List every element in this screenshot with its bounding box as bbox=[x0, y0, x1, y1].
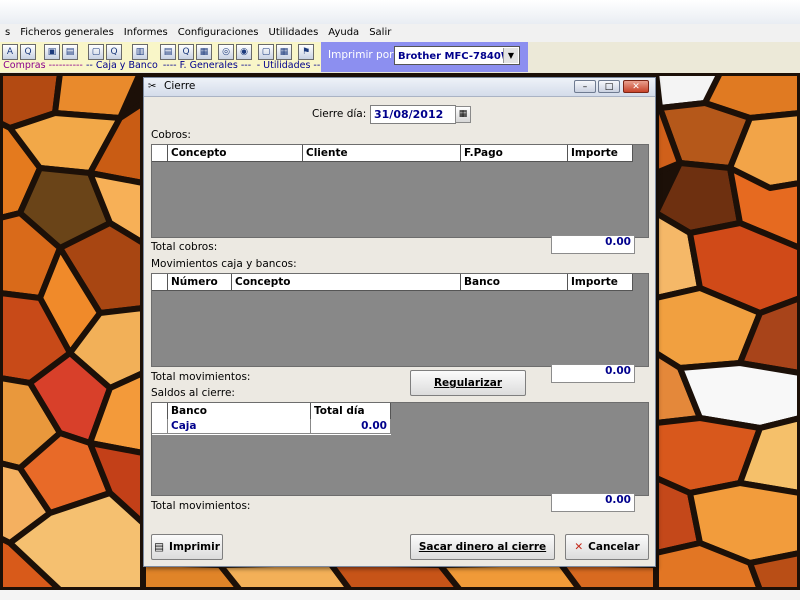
imprimir-button-label: Imprimir bbox=[169, 541, 220, 553]
toolbar-group-caja-bancos: ▢ Q ▥ -- Caja y Bancos-- bbox=[86, 42, 170, 72]
menu-item-ficheros-generales[interactable]: Ficheros generales bbox=[15, 24, 119, 42]
regularizar-button[interactable]: Regularizar bbox=[410, 370, 526, 396]
chevron-down-icon[interactable]: ▼ bbox=[503, 48, 518, 63]
cobros-grid[interactable]: Concepto Cliente F.Pago Importe bbox=[151, 144, 649, 238]
row-indicator-header bbox=[152, 274, 168, 290]
row-indicator bbox=[152, 419, 168, 434]
sacar-dinero-button-label: Sacar dinero al cierre bbox=[418, 541, 547, 553]
print-label: Imprimir por: bbox=[328, 49, 397, 61]
cancelar-button-label: Cancelar bbox=[588, 541, 640, 553]
cobros-grid-header: Concepto Cliente F.Pago Importe bbox=[152, 145, 633, 162]
column-header-total-dia[interactable]: Total día bbox=[311, 403, 391, 419]
toolbar-group-label: ---- F. Generales --- bbox=[162, 60, 252, 71]
column-header-numero[interactable]: Número bbox=[168, 274, 232, 290]
printer-icon: ▤ bbox=[154, 541, 165, 553]
column-header-fpago[interactable]: F.Pago bbox=[461, 145, 568, 161]
printer-select[interactable]: Brother MFC-7840W ▼ bbox=[394, 46, 520, 65]
column-header-banco[interactable]: Banco bbox=[461, 274, 568, 290]
column-header-cliente[interactable]: Cliente bbox=[303, 145, 461, 161]
cash-register-icon[interactable]: ▥ bbox=[132, 44, 148, 60]
target-icon[interactable]: ◎ bbox=[218, 44, 234, 60]
menu-item-partial[interactable]: s bbox=[0, 24, 15, 42]
invoice-icon[interactable]: A bbox=[2, 44, 18, 60]
utility-grid-icon[interactable]: ▦ bbox=[276, 44, 292, 60]
total-cobros-label: Total cobros: bbox=[151, 241, 218, 253]
toolbar-group-label: Compras ---------- bbox=[3, 60, 83, 71]
table-row[interactable]: Caja 0.00 bbox=[152, 419, 391, 435]
saldos-grid[interactable]: Banco Total día Caja 0.00 bbox=[151, 402, 649, 496]
run-icon[interactable]: ⚑ bbox=[298, 44, 314, 60]
zoom-icon[interactable]: Q bbox=[178, 44, 194, 60]
toolbar-group-f-generales: ▤ Q ▦ ◎ ◉ ---- F. Generales --- bbox=[158, 42, 257, 72]
saldo-banco-cell[interactable]: Caja bbox=[168, 419, 311, 434]
column-header-importe[interactable]: Importe bbox=[568, 274, 633, 290]
utility-tool-icon[interactable]: ▢ bbox=[258, 44, 274, 60]
toolbar-group-compras: A Q ▣ ▤ Compras ---------- bbox=[0, 42, 87, 72]
column-header-importe[interactable]: Importe bbox=[568, 145, 633, 161]
menu-item-informes[interactable]: Informes bbox=[119, 24, 173, 42]
print-selector-bar: Imprimir por: Brother MFC-7840W ▼ bbox=[321, 42, 528, 72]
saldos-label: Saldos al cierre: bbox=[151, 387, 235, 399]
list-icon[interactable]: ▤ bbox=[160, 44, 176, 60]
cierre-dia-label: Cierre día: bbox=[312, 108, 367, 120]
total-saldos-label: Total movimientos: bbox=[151, 500, 251, 512]
dialog-title: Cierre bbox=[164, 80, 196, 92]
saldos-grid-header: Banco Total día bbox=[152, 403, 391, 420]
menu-item-configuraciones[interactable]: Configuraciones bbox=[173, 24, 264, 42]
regularizar-button-label: Regularizar bbox=[433, 377, 503, 389]
app-icon: ✂ bbox=[148, 81, 157, 92]
column-header-concepto[interactable]: Concepto bbox=[232, 274, 461, 290]
archive-icon[interactable]: ▦ bbox=[196, 44, 212, 60]
supplier-icon[interactable]: ▤ bbox=[62, 44, 78, 60]
total-movimientos-value: 0.00 bbox=[551, 364, 635, 383]
cash-search-icon[interactable]: Q bbox=[106, 44, 122, 60]
imprimir-button[interactable]: ▤ Imprimir bbox=[151, 534, 223, 560]
column-header-concepto[interactable]: Concepto bbox=[168, 145, 303, 161]
toolbar-group-label: - Utilidades -- bbox=[256, 60, 321, 71]
menu-bar: s Ficheros generales Informes Configurac… bbox=[0, 24, 800, 43]
cierre-date-field[interactable]: 31/08/2012 bbox=[370, 105, 456, 124]
total-cobros-value: 0.00 bbox=[551, 235, 635, 254]
minimize-button[interactable]: – bbox=[574, 80, 596, 93]
window-top-strip bbox=[0, 0, 800, 25]
target-search-icon[interactable]: ◉ bbox=[236, 44, 252, 60]
close-icon: ✕ bbox=[574, 541, 584, 553]
toolbar: A Q ▣ ▤ Compras ---------- ▢ Q ▥ -- Caja… bbox=[0, 42, 800, 74]
menu-item-ayuda[interactable]: Ayuda bbox=[323, 24, 364, 42]
toolbar-group-utilidades: ▢ ▦ ⚑ - Utilidades -- bbox=[256, 42, 322, 72]
total-saldos-value: 0.00 bbox=[551, 493, 635, 512]
dialog-titlebar[interactable]: ✂ Cierre – □ ✕ bbox=[144, 78, 655, 97]
row-indicator-header bbox=[152, 145, 168, 161]
close-button[interactable]: ✕ bbox=[623, 80, 649, 93]
menu-item-utilidades[interactable]: Utilidades bbox=[264, 24, 324, 42]
cobros-label: Cobros: bbox=[151, 129, 191, 141]
column-header-banco[interactable]: Banco bbox=[168, 403, 311, 419]
cancelar-button[interactable]: ✕ Cancelar bbox=[565, 534, 649, 560]
calendar-icon[interactable]: ▦ bbox=[455, 106, 471, 123]
total-movimientos-label: Total movimientos: bbox=[151, 371, 251, 383]
printer-select-value: Brother MFC-7840W bbox=[398, 51, 512, 62]
row-indicator-header bbox=[152, 403, 168, 419]
order-icon[interactable]: ▣ bbox=[44, 44, 60, 60]
search-document-icon[interactable]: Q bbox=[20, 44, 36, 60]
movimientos-label: Movimientos caja y bancos: bbox=[151, 258, 297, 270]
movimientos-grid[interactable]: Número Concepto Banco Importe bbox=[151, 273, 649, 367]
taskbar-strip bbox=[0, 590, 800, 600]
document-icon[interactable]: ▢ bbox=[88, 44, 104, 60]
menu-item-salir[interactable]: Salir bbox=[364, 24, 396, 42]
maximize-button[interactable]: □ bbox=[598, 80, 620, 93]
cierre-dialog: ✂ Cierre – □ ✕ Cierre día: 31/08/2012 ▦ … bbox=[143, 77, 656, 567]
saldo-total-cell[interactable]: 0.00 bbox=[311, 419, 391, 434]
toolbar-group-label: -- Caja y Bancos-- bbox=[86, 60, 170, 71]
movimientos-grid-header: Número Concepto Banco Importe bbox=[152, 274, 633, 291]
sacar-dinero-button[interactable]: Sacar dinero al cierre bbox=[410, 534, 555, 560]
